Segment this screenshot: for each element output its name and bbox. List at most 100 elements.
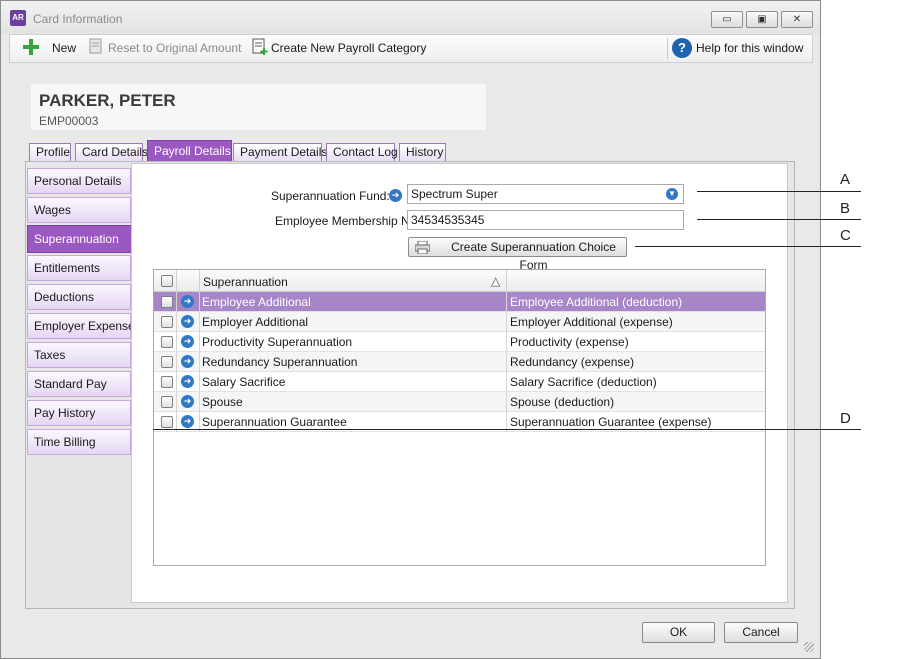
sidebar-item-label: Personal Details: [34, 174, 122, 188]
sidebar-item-label: Wages: [34, 203, 71, 217]
row-checkbox[interactable]: [161, 316, 173, 328]
sidebar-item-pay-history[interactable]: Pay History: [27, 400, 131, 426]
tab-payroll-details[interactable]: Payroll Details: [147, 140, 232, 162]
employee-name: PARKER, PETER: [39, 91, 176, 110]
reset-button[interactable]: Reset to Original Amount: [84, 35, 246, 62]
sidebar-item-superannuation[interactable]: Superannuation: [27, 225, 133, 253]
document-reset-icon: [89, 38, 102, 54]
help-icon: ?: [672, 38, 692, 58]
row-checkbox[interactable]: [161, 296, 173, 308]
column-divider: [506, 292, 507, 432]
row-checkbox[interactable]: [161, 396, 173, 408]
table-row[interactable]: ➜ Employee Additional Employee Additional …: [154, 292, 765, 312]
toolbar-divider: [667, 38, 668, 59]
row-superannuation-name: Superannuation Guarantee: [202, 415, 347, 429]
sidebar-item-label: Deductions: [34, 290, 95, 304]
app-logo-icon: AR: [10, 10, 26, 26]
new-button[interactable]: New: [16, 35, 78, 62]
tab-history[interactable]: History: [399, 143, 446, 162]
row-superannuation-name: Spouse: [202, 395, 243, 409]
row-checkbox[interactable]: [161, 416, 173, 428]
row-detail-arrow-icon[interactable]: ➜: [181, 295, 194, 308]
tab-payment-details[interactable]: Payment Details: [233, 143, 327, 162]
maximize-button[interactable]: ▣: [746, 11, 778, 28]
sidebar-item-label: Pay History: [34, 406, 96, 420]
cancel-button[interactable]: Cancel: [724, 622, 798, 643]
row-detail-arrow-icon[interactable]: ➜: [181, 315, 194, 328]
row-category: Salary Sacrifice (deduction): [510, 375, 657, 389]
minimize-button[interactable]: ▭: [711, 11, 743, 28]
row-superannuation-name: Employee Additional: [202, 295, 311, 309]
fund-detail-arrow-icon[interactable]: ➜: [389, 189, 402, 202]
ok-button[interactable]: OK: [642, 622, 715, 643]
table-row[interactable]: ➜ Redundancy Superannuation Redundancy (ex…: [154, 352, 765, 372]
membership-value: 34534535345: [411, 213, 485, 227]
title-bar: AR Card Information ▭ ▣ ✕: [1, 1, 820, 34]
window-title: Card Information: [33, 12, 123, 26]
tab-card-details[interactable]: Card Details: [75, 143, 148, 162]
row-superannuation-name: Redundancy Superannuation: [202, 355, 358, 369]
column-header-superannuation[interactable]: Superannuation: [203, 275, 288, 289]
maximize-icon: ▣: [757, 14, 767, 25]
sidebar-item-standard-pay[interactable]: Standard Pay: [27, 371, 131, 397]
table-row[interactable]: ➜ Spouse Spouse (deduction): [154, 392, 765, 412]
callout-line-d: [153, 429, 861, 430]
sidebar-item-wages[interactable]: Wages: [27, 197, 131, 223]
row-detail-arrow-icon[interactable]: ➜: [181, 415, 194, 428]
printer-icon: [415, 241, 430, 254]
superannuation-grid: Superannuation △ ➜ Employee Additional Emp…: [153, 269, 766, 566]
membership-number-field[interactable]: 34534535345: [407, 210, 684, 230]
row-checkbox[interactable]: [161, 356, 173, 368]
table-row[interactable]: ➜ Employer Additional Employer Additional …: [154, 312, 765, 332]
callout-line-c: [635, 246, 861, 247]
create-choice-form-button[interactable]: Create Superannuation Choice Form: [408, 237, 627, 272]
sidebar-item-personal-details[interactable]: Personal Details: [27, 168, 131, 194]
tab-label: Card Details: [82, 145, 149, 159]
sidebar-item-time-billing[interactable]: Time Billing: [27, 429, 131, 455]
sidebar-item-deductions[interactable]: Deductions: [27, 284, 131, 310]
row-detail-arrow-icon[interactable]: ➜: [181, 395, 194, 408]
create-payroll-category-button[interactable]: Create New Payroll Category: [250, 35, 426, 62]
minimize-icon: ▭: [722, 14, 732, 25]
fund-label: Superannuation Fund:: [271, 189, 390, 203]
sidebar-item-label: Taxes: [34, 348, 66, 362]
sidebar-item-taxes[interactable]: Taxes: [27, 342, 131, 368]
row-detail-arrow-icon[interactable]: ➜: [181, 375, 194, 388]
sidebar-item-label: Superannuation: [34, 232, 119, 246]
row-superannuation-name: Productivity Superannuation: [202, 335, 353, 349]
help-button[interactable]: ? Help for this window: [670, 35, 810, 62]
row-detail-arrow-icon[interactable]: ➜: [181, 335, 194, 348]
column-divider: [506, 270, 507, 292]
callout-label-c: C: [840, 227, 851, 244]
table-row[interactable]: ➜ Productivity Superannuation Productivity…: [154, 332, 765, 352]
close-button[interactable]: ✕: [781, 11, 813, 28]
new-label: New: [52, 41, 77, 55]
superannuation-fund-select[interactable]: Spectrum Super ▼: [407, 184, 684, 204]
sort-ascending-icon: △: [491, 274, 501, 288]
tab-label: History: [406, 145, 444, 159]
column-divider: [176, 270, 177, 292]
new-document-icon: [252, 38, 268, 55]
row-detail-arrow-icon[interactable]: ➜: [181, 355, 194, 368]
column-divider: [199, 292, 200, 432]
table-row[interactable]: ➜ Salary Sacrifice Salary Sacrifice (deduc…: [154, 372, 765, 392]
row-checkbox[interactable]: [161, 336, 173, 348]
row-superannuation-name: Employer Additional: [202, 315, 309, 329]
tab-profile[interactable]: Profile: [29, 143, 71, 162]
tab-contact-log[interactable]: Contact Log: [326, 143, 398, 162]
sidebar-item-entitlements[interactable]: Entitlements: [27, 255, 131, 281]
row-superannuation-name: Salary Sacrifice: [202, 375, 286, 389]
row-checkbox[interactable]: [161, 376, 173, 388]
card-header: PARKER, PETER EMP00003: [31, 84, 486, 130]
sidebar-item-label: Employer Expenses: [34, 319, 141, 333]
callout-line-b: [697, 219, 861, 220]
select-all-checkbox[interactable]: [161, 275, 173, 287]
resize-grip-icon[interactable]: [804, 642, 814, 652]
tab-label: Payment Details: [240, 145, 328, 159]
callout-label-a: A: [840, 171, 851, 188]
column-divider: [199, 270, 200, 292]
row-category: Redundancy (expense): [510, 355, 635, 369]
sidebar-item-label: Standard Pay: [34, 377, 107, 391]
employee-id: EMP00003: [39, 114, 99, 128]
sidebar-item-employer-expenses[interactable]: Employer Expenses: [27, 313, 141, 339]
